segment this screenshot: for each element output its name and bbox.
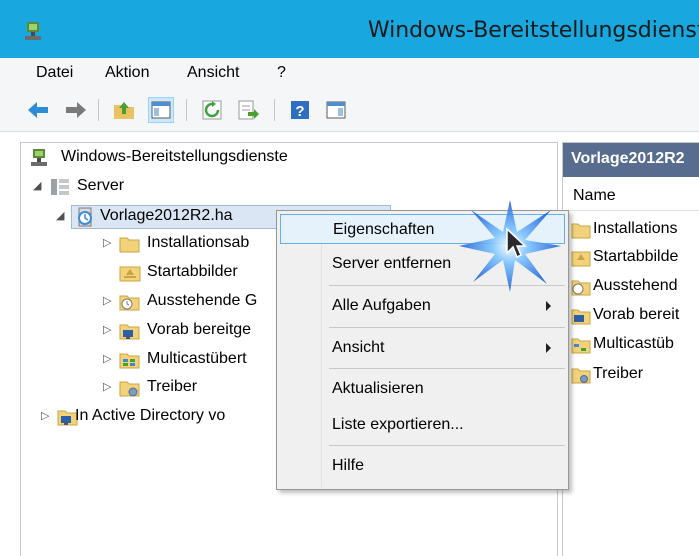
menu-item-label: Server entfernen — [332, 255, 452, 272]
server-list-icon — [51, 179, 69, 195]
menu-item-label: Liste exportieren... — [332, 416, 464, 433]
menu-datei[interactable]: Datei — [36, 64, 73, 82]
server-host-icon — [78, 207, 92, 227]
menu-item-liste-exportieren[interactable]: Liste exportieren... — [280, 410, 565, 440]
menu-item-label: Hilfe — [332, 457, 365, 474]
results-pane-header: Vorlage2012R2 — [563, 143, 699, 177]
tree-item-label: Startabbilder — [147, 263, 238, 280]
toolbar-separator — [98, 99, 99, 121]
window-title: Windows-Bereitstellungsdienste — [367, 18, 699, 43]
menu-help[interactable]: ? — [277, 64, 286, 82]
menu-separator — [329, 327, 565, 328]
list-item-label: Multicastüb — [593, 335, 674, 352]
folder-icon — [571, 223, 591, 239]
up-folder-icon[interactable] — [112, 98, 136, 122]
multicast-icon — [571, 338, 591, 354]
collapsed-chevron-icon[interactable]: ▷ — [103, 323, 115, 337]
menu-item-aktualisieren[interactable]: Aktualisieren — [280, 374, 565, 404]
prestaged-devices-icon — [119, 324, 140, 340]
prestaged-devices-icon — [571, 309, 591, 325]
help-icon[interactable]: ? — [288, 98, 312, 122]
tree-item-server[interactable]: ◢ Server — [33, 176, 233, 200]
pending-devices-icon — [571, 280, 591, 296]
menu-item-ansicht[interactable]: Ansicht — [280, 333, 565, 363]
list-item-label: Ausstehend — [593, 277, 678, 294]
toolbar-separator — [274, 99, 275, 121]
menu-separator — [329, 445, 565, 446]
title-bar: Windows-Bereitstellungsdienste — [0, 0, 699, 58]
collapsed-chevron-icon[interactable]: ▷ — [41, 409, 53, 423]
svg-text:?: ? — [295, 103, 304, 120]
menu-item-label: Ansicht — [332, 339, 385, 356]
list-item-label: Treiber — [593, 365, 644, 382]
wds-server-icon — [31, 149, 47, 166]
tree-item-active-directory[interactable]: ▷ In Active Directory vo — [41, 406, 301, 430]
menu-bar: Datei Aktion Ansicht ? — [0, 58, 699, 90]
properties-pane-icon[interactable] — [324, 98, 348, 122]
collapsed-chevron-icon[interactable]: ▷ — [103, 380, 115, 394]
folder-icon — [119, 237, 140, 253]
drivers-icon — [571, 368, 591, 384]
collapsed-chevron-icon[interactable]: ▷ — [103, 352, 115, 366]
wds-server-icon[interactable] — [22, 20, 44, 42]
tree-root[interactable]: Windows-Bereitstellungsdienste — [29, 147, 359, 171]
tree-item-label: Ausstehende G — [147, 292, 258, 309]
tree-item-label: In Active Directory vo — [75, 407, 226, 424]
tree-item-label: Treiber — [147, 378, 198, 395]
forward-arrow-icon[interactable] — [64, 98, 88, 122]
tree-item-label: Installationsab — [147, 234, 250, 251]
export-list-icon[interactable] — [236, 98, 260, 122]
collapsed-chevron-icon[interactable]: ▷ — [103, 236, 115, 250]
pending-devices-icon — [119, 295, 140, 311]
collapsed-chevron-icon[interactable]: ▷ — [103, 294, 115, 308]
back-arrow-icon[interactable] — [26, 98, 50, 122]
expanded-chevron-icon[interactable]: ◢ — [56, 209, 68, 223]
list-item-label: Vorab bereit — [593, 306, 680, 323]
tree-item-label: Multicastübert — [147, 350, 247, 367]
column-header-name[interactable]: Name — [563, 181, 699, 211]
mouse-pointer-icon — [506, 227, 527, 259]
toolbar-separator — [186, 99, 187, 121]
menu-separator — [329, 368, 565, 369]
menu-item-label: Alle Aufgaben — [332, 297, 431, 314]
drivers-icon — [119, 381, 140, 397]
tree-item-label: Server — [77, 177, 125, 194]
list-item-label: Startabbilde — [593, 248, 679, 265]
submenu-arrow-icon — [546, 343, 551, 353]
menu-item-label: Aktualisieren — [332, 380, 424, 397]
results-pane: Vorlage2012R2 Name Installations Startab… — [562, 142, 699, 556]
tree-item-label: Vorlage2012R2.ha — [100, 207, 233, 224]
show-hide-console-tree-icon[interactable] — [148, 97, 174, 123]
menu-ansicht[interactable]: Ansicht — [187, 64, 239, 82]
toolbar: ? — [0, 90, 699, 132]
submenu-arrow-icon — [546, 301, 551, 311]
menu-item-label: Eigenschaften — [333, 221, 435, 238]
refresh-icon[interactable] — [200, 98, 224, 122]
boot-image-icon — [571, 251, 591, 267]
boot-image-icon — [119, 266, 141, 282]
tree-item-label: Vorab bereitge — [147, 321, 252, 338]
menu-aktion[interactable]: Aktion — [105, 64, 149, 82]
menu-item-hilfe[interactable]: Hilfe — [280, 451, 565, 481]
tree-root-label: Windows-Bereitstellungsdienste — [61, 148, 288, 165]
list-item-label: Installations — [593, 220, 678, 237]
multicast-icon — [119, 353, 140, 369]
expanded-chevron-icon[interactable]: ◢ — [33, 179, 45, 193]
